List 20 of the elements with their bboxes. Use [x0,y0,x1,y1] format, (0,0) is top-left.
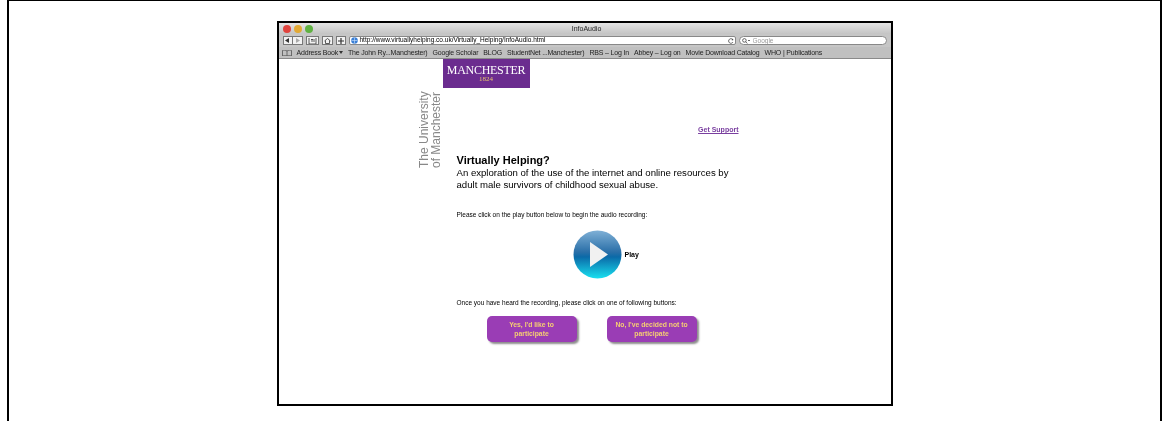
zoom-button[interactable] [304,24,313,33]
globe-icon [350,37,358,44]
forward-button[interactable] [292,36,303,45]
reload-icon[interactable] [727,37,734,44]
bookmarks-icon [307,37,317,44]
vertical-title: The University of Manchester [418,91,442,169]
home-button[interactable] [321,36,333,45]
intro-paragraph: An exploration of the use of the internet and online resources by adult male survivors of childhood sexual abuse. [456,167,730,191]
forward-icon [294,38,300,43]
plus-icon [337,37,344,44]
home-icon [323,37,331,44]
search-icon [741,37,750,44]
bookmarks-button[interactable] [305,36,319,45]
page-heading: Virtually Helping? [456,154,551,167]
add-bookmark-button[interactable] [335,36,346,45]
back-button[interactable] [282,36,293,45]
back-icon [285,38,290,43]
close-button[interactable] [282,24,291,33]
play-icon[interactable] [572,229,622,279]
caret-icon [339,51,343,54]
